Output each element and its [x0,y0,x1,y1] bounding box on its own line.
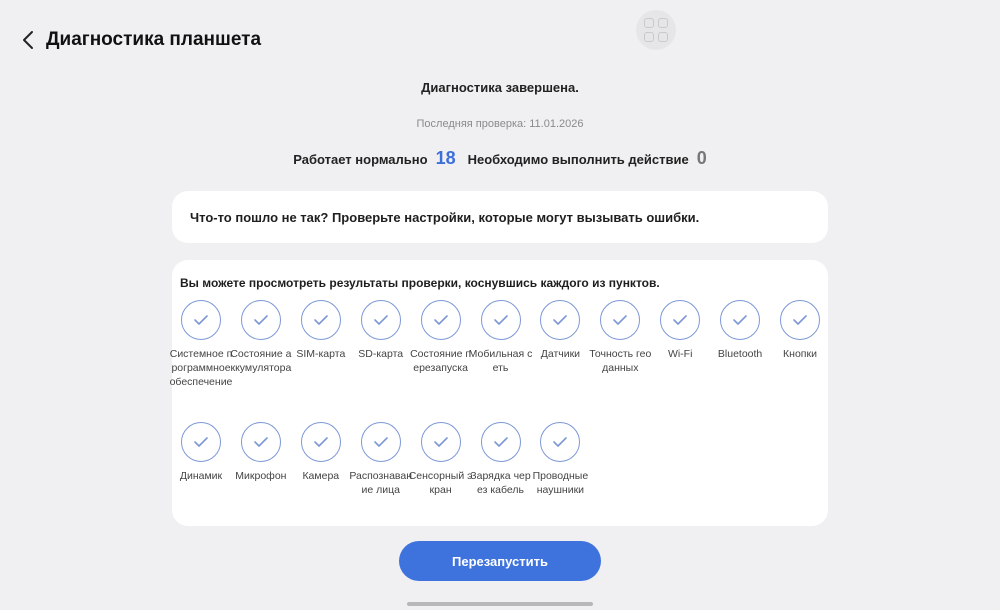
check-item[interactable]: Распознавание лица [349,422,413,497]
check-item[interactable]: Wi-Fi [648,300,712,361]
check-item[interactable]: Состояние аккумулятора [229,300,293,375]
check-item-label: Состояние аккумулятора [230,348,292,374]
check-icon [660,300,701,340]
check-item[interactable]: Bluetooth [708,300,772,361]
check-icon [240,422,281,462]
check-icon [720,300,761,340]
restart-button[interactable]: Перезапустить [399,541,601,581]
check-icon [540,300,581,340]
header: Диагностика планшета [18,26,261,54]
check-item-label: Системное программное обеспечение [169,348,233,388]
check-item-label: SD-карта [358,348,404,360]
check-item-label: Микрофон [235,470,287,482]
check-item-label: Bluetooth [717,348,763,360]
check-icon [480,422,521,462]
check-item[interactable]: Системное программное обеспечение [169,300,233,389]
check-item-label: SIM-карта [296,348,346,360]
check-item-label: Точность геоданных [589,348,652,374]
check-item-label: Камера [302,470,340,482]
check-item-label: Мобильная сеть [468,348,533,374]
settings-warning-text: Что-то пошло не так? Проверьте настройки… [190,209,700,225]
check-icon [181,300,221,340]
ok-label: Работает нормально [293,152,428,167]
check-item-label: Сенсорный экран [408,470,473,496]
check-item[interactable]: Точность геоданных [588,300,652,375]
check-item[interactable]: Зарядка через кабель [469,422,533,497]
check-icon [360,300,401,340]
check-icon [300,300,341,340]
check-icon [540,422,581,462]
check-item-label: Состояние перезапуска [410,348,472,374]
diagnostics-status: Диагностика завершена. [421,80,579,95]
check-icon [420,300,461,340]
ok-count: 18 [435,148,456,168]
check-icon [181,422,221,462]
check-item[interactable]: SIM-карта [289,300,353,361]
back-icon[interactable] [18,26,38,54]
action-count: 0 [696,148,707,168]
last-check-date: Последняя проверка: 11.01.2026 [416,118,584,130]
result-counts: Работает нормально 18 Необходимо выполни… [0,148,1000,169]
check-item-label: Распознавание лица [349,470,413,496]
check-item-label: Зарядка через кабель [470,470,531,496]
check-item-label: Wi-Fi [667,348,693,360]
results-card: Вы можете просмотреть результаты проверк… [169,260,828,526]
check-icon [420,422,461,462]
check-item[interactable]: Мобильная сеть [469,300,533,375]
results-hint: Вы можете просмотреть результаты проверк… [180,276,660,290]
action-label: Необходимо выполнить действие [467,152,689,167]
check-item[interactable]: Состояние перезапуска [409,300,473,375]
home-indicator[interactable] [407,602,593,606]
page-title: Диагностика планшета [46,29,262,50]
check-item[interactable]: Проводные наушники [528,422,592,497]
check-item[interactable]: SD-карта [349,300,413,361]
check-item[interactable]: Микрофон [229,422,293,483]
settings-warning-card[interactable]: Что-то пошло не так? Проверьте настройки… [172,191,828,243]
check-item-label: Динамик [179,470,223,482]
check-item-label: Датчики [540,348,581,360]
check-icon [480,300,521,340]
check-item[interactable]: Сенсорный экран [409,422,473,497]
check-icon [600,300,641,340]
check-item[interactable]: Динамик [169,422,233,483]
check-icon [360,422,401,462]
status-bar [0,0,1000,6]
check-item[interactable]: Камера [289,422,353,483]
check-item[interactable]: Датчики [528,300,592,361]
check-icon [780,300,820,340]
check-item-label: Проводные наушники [532,470,589,496]
check-icon [240,300,281,340]
app-grid-icon[interactable] [636,10,676,50]
check-item-label: Кнопки [783,348,817,360]
check-item[interactable]: Кнопки [768,300,832,361]
check-icon [300,422,341,462]
